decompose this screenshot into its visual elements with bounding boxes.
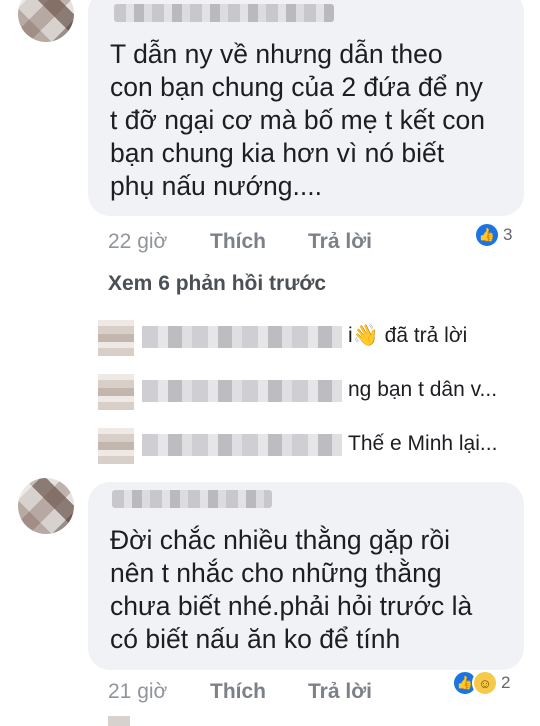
- commenter-name-blurred[interactable]: [114, 4, 334, 22]
- like-button[interactable]: Thích: [210, 230, 266, 254]
- reply-text: Thế e Minh lại...: [348, 432, 498, 455]
- next-reply-avatar-cropped: [108, 716, 130, 726]
- reaction-count: 3: [503, 225, 513, 244]
- comment-line: nên t nhắc cho những thằng: [110, 558, 442, 588]
- reaction-summary[interactable]: 👍 ☺ 2: [452, 670, 510, 696]
- laughing-face-icon: ☺: [472, 670, 498, 696]
- comment-timestamp[interactable]: 21 giờ: [108, 680, 167, 704]
- comment-line: chưa biết nhé.phải hỏi trước là: [110, 591, 473, 621]
- reply-preview[interactable]: Thế e Minh lại...: [98, 424, 518, 466]
- comment-line: T dẫn ny về nhưng dẫn theo: [110, 39, 443, 69]
- reaction-summary[interactable]: 👍 3: [474, 222, 512, 248]
- commenter-avatar[interactable]: [18, 0, 74, 42]
- reply-button[interactable]: Trả lời: [308, 680, 372, 704]
- reply-text: i👋 đã trả lời: [348, 324, 468, 347]
- like-button[interactable]: Thích: [210, 680, 266, 704]
- comment-line: t đỡ ngại cơ mà bố mẹ t kết con: [110, 105, 486, 135]
- comment-text: T dẫn ny về nhưng dẫn theo con bạn chung…: [110, 38, 485, 203]
- reply-preview[interactable]: i👋 đã trả lời: [98, 316, 518, 358]
- comment-line: con bạn chung của 2 đứa để ny: [110, 72, 483, 102]
- reply-text: ng bạn t dân v...: [348, 378, 498, 401]
- reply-avatar: [98, 428, 134, 464]
- comment-line: Đời chắc nhiều thằng gặp rồi: [110, 525, 451, 555]
- comment-text: Đời chắc nhiều thằng gặp rồi nên t nhắc …: [110, 524, 472, 656]
- comment-timestamp[interactable]: 22 giờ: [108, 230, 167, 254]
- reply-button[interactable]: Trả lời: [308, 230, 372, 254]
- reply-author-blurred: [142, 434, 342, 456]
- reply-author-blurred: [142, 380, 342, 402]
- comment-line: có biết nấu ăn ko để tính: [110, 624, 401, 654]
- commenter-avatar[interactable]: [18, 478, 74, 534]
- reaction-count: 2: [501, 673, 511, 692]
- reply-preview[interactable]: ng bạn t dân v...: [98, 370, 518, 412]
- reply-avatar: [98, 320, 134, 356]
- reply-author-blurred: [142, 326, 342, 348]
- reply-avatar: [98, 374, 134, 410]
- comment-line: phụ nấu nướng....: [110, 171, 322, 201]
- thumbs-up-icon: 👍: [474, 222, 500, 248]
- view-previous-replies-link[interactable]: Xem 6 phản hồi trước: [108, 272, 326, 296]
- commenter-name-blurred[interactable]: [112, 490, 272, 508]
- comment-line: bạn chung kia hơn vì nó biết: [110, 138, 445, 168]
